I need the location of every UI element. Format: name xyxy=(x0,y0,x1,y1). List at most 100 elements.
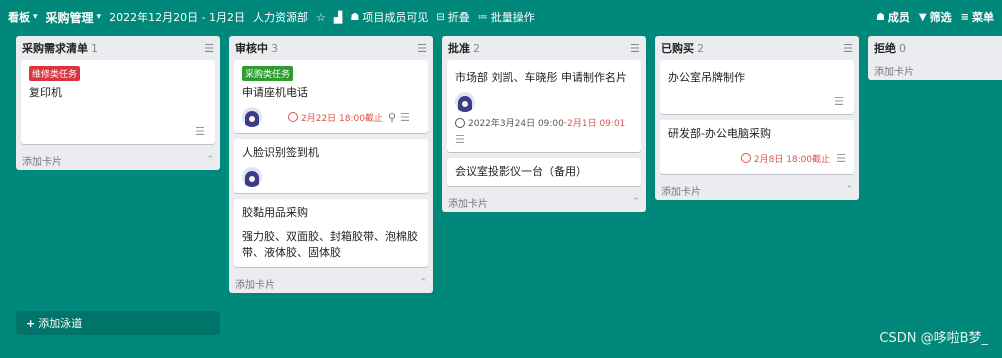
tag-badge: 采购类任务 xyxy=(242,66,294,81)
card-title: 复印机 xyxy=(29,86,62,99)
list-header[interactable]: 已购买 2 ☰ xyxy=(655,36,859,60)
card-title: 胶黏用品采购 xyxy=(242,206,308,219)
description-icon: ☰ xyxy=(195,125,205,138)
date-range[interactable]: 2022年12月20日 - 1月2日 xyxy=(109,9,245,25)
board-name: 采购管理 xyxy=(45,10,94,25)
card-description: 强力胶、双面胶、封箱胶带、泡棉胶带、液体胶、固体胶 xyxy=(242,230,418,259)
list-count: 1 xyxy=(91,41,98,55)
list-title: 已购买 xyxy=(661,42,694,55)
batch-label: 批量操作 xyxy=(490,11,535,24)
plus-icon: + xyxy=(26,316,36,330)
list-title: 采购需求清单 xyxy=(22,42,88,55)
menu-button[interactable]: ≡ 菜单 xyxy=(961,9,994,25)
add-card-button[interactable]: 添加卡片 xyxy=(874,63,914,78)
hamburger-icon: ≡ xyxy=(960,11,969,23)
card[interactable]: 维修类任务 复印机 ☰ xyxy=(21,60,215,144)
due-date: 2月22日 18:00截止 xyxy=(288,111,383,124)
list-header[interactable]: 审核中 3 ☰ xyxy=(229,36,433,60)
collapse-button[interactable]: ⊟ 折叠 xyxy=(436,9,469,25)
board-switcher[interactable]: 采购管理 ▾ xyxy=(46,9,102,26)
list-header[interactable]: 采购需求清单 1 ☰ xyxy=(16,36,220,60)
range-end: 2月1日 09:01 xyxy=(567,119,626,129)
view-switcher[interactable]: 看板 ▾ xyxy=(8,9,38,25)
card-title: 申请座机电话 xyxy=(242,86,308,99)
list-header[interactable]: 批准 2 ☰ xyxy=(442,36,646,60)
filter-icon: ▼ xyxy=(918,11,927,23)
star-icon[interactable]: ☆ xyxy=(316,11,326,24)
card-title: 市场部 刘凯、车晓彤 申请制作名片 xyxy=(455,71,627,84)
card-title: 人脸识别签到机 xyxy=(242,146,319,159)
list-under-review: 审核中 3 ☰ 采购类任务 申请座机电话 2月22日 18:00截止 ⚲ ☰ 人… xyxy=(229,36,433,293)
card[interactable]: 办公室吊牌制作 ☰ xyxy=(660,60,854,114)
menu-label: 菜单 xyxy=(972,11,994,24)
list-title: 拒绝 xyxy=(874,42,896,55)
description-icon: ☰ xyxy=(834,95,844,108)
hamburger-icon[interactable]: ☰ xyxy=(417,42,427,55)
filter-button[interactable]: ▼ 筛选 xyxy=(919,9,952,25)
card[interactable]: 研发部-办公电脑采购 2月8日 18:00截止 ☰ xyxy=(660,120,854,174)
avatar xyxy=(242,107,262,127)
topbar: 看板 ▾ 采购管理 ▾ 2022年12月20日 - 1月2日 人力资源部 ☆ ▟… xyxy=(0,0,1002,34)
clock-icon xyxy=(288,112,298,122)
collapse-up-icon[interactable]: ⌃ xyxy=(632,197,640,207)
range-start: 2022年3月24日 09:00 xyxy=(468,119,564,129)
view-label: 看板 xyxy=(8,11,30,24)
batch-button[interactable]: ≔ 批量操作 xyxy=(478,9,535,25)
card-title: 办公室吊牌制作 xyxy=(668,71,745,84)
chart-icon[interactable]: ▟ xyxy=(334,11,342,24)
watermark: CSDN @哆啦B梦_ xyxy=(879,331,988,346)
card[interactable]: 采购类任务 申请座机电话 2月22日 18:00截止 ⚲ ☰ xyxy=(234,60,428,133)
collapse-up-icon[interactable]: ⌃ xyxy=(845,185,853,195)
visibility-button[interactable]: ☗ 项目成员可见 xyxy=(350,9,428,25)
hamburger-icon[interactable]: ☰ xyxy=(630,42,640,55)
date-range-badge: 2022年3月24日 09:00 - 2月1日 09:01 xyxy=(455,116,633,129)
list-purchased: 已购买 2 ☰ 办公室吊牌制作 ☰ 研发部-办公电脑采购 2月8日 18:00截… xyxy=(655,36,859,200)
list-count: 3 xyxy=(271,41,278,55)
list-count: 2 xyxy=(473,41,480,55)
add-card-button[interactable]: 添加卡片 xyxy=(235,276,275,291)
due-date: 2月8日 18:00截止 xyxy=(740,152,831,165)
collapse-icon: ⊟ xyxy=(436,11,445,23)
board-lists: 采购需求清单 1 ☰ 维修类任务 复印机 ☰ 添加卡片 ⌃ 审核中 3 ☰ 采购… xyxy=(16,36,1002,293)
collapse-label: 折叠 xyxy=(447,11,470,24)
description-icon: ☰ xyxy=(400,110,410,124)
chevron-down-icon: ▾ xyxy=(33,12,38,22)
collapse-up-icon[interactable]: ⌃ xyxy=(419,278,427,288)
description-icon: ☰ xyxy=(455,133,465,146)
clock-icon xyxy=(740,153,751,163)
clock-icon xyxy=(455,117,465,128)
avatar xyxy=(242,167,262,187)
card[interactable]: 人脸识别签到机 xyxy=(234,139,428,193)
list-rejected: 拒绝 0 添加卡片 xyxy=(868,36,1002,80)
add-lane-button[interactable]: + 添加泳道 xyxy=(16,311,220,335)
members-icon: ☗ xyxy=(350,11,360,23)
card-title: 会议室投影仪一台（备用） xyxy=(455,165,587,178)
collapse-up-icon[interactable]: ⌃ xyxy=(206,155,214,165)
list-icon: ≔ xyxy=(477,11,488,23)
card[interactable]: 会议室投影仪一台（备用） xyxy=(447,158,641,186)
hamburger-icon[interactable]: ☰ xyxy=(843,42,853,55)
hamburger-icon[interactable]: ☰ xyxy=(204,42,214,55)
attachment-icon: ⚲ xyxy=(387,110,397,124)
card[interactable]: 胶黏用品采购 强力胶、双面胶、封箱胶带、泡棉胶带、液体胶、固体胶 xyxy=(234,199,428,267)
list-title: 审核中 xyxy=(235,42,268,55)
due-date-text: 2月22日 18:00截止 xyxy=(301,113,383,124)
department[interactable]: 人力资源部 xyxy=(253,9,308,25)
tag-badge: 维修类任务 xyxy=(29,66,81,81)
card[interactable]: 市场部 刘凯、车晓彤 申请制作名片 2022年3月24日 09:00 - 2月1… xyxy=(447,60,641,152)
description-icon: ☰ xyxy=(836,151,846,165)
chevron-down-icon: ▾ xyxy=(96,12,102,22)
add-card-button[interactable]: 添加卡片 xyxy=(448,195,488,210)
members-icon: ☗ xyxy=(875,11,885,23)
list-title: 批准 xyxy=(448,42,470,55)
due-date-text: 2月8日 18:00截止 xyxy=(753,154,831,165)
avatar xyxy=(455,92,475,112)
list-header[interactable]: 拒绝 0 xyxy=(868,36,1002,60)
list-purchase-requests: 采购需求清单 1 ☰ 维修类任务 复印机 ☰ 添加卡片 ⌃ xyxy=(16,36,220,170)
filter-label: 筛选 xyxy=(929,11,952,24)
add-lane-label: 添加泳道 xyxy=(38,317,83,330)
add-card-button[interactable]: 添加卡片 xyxy=(22,153,62,168)
members-button[interactable]: ☗ 成员 xyxy=(876,9,910,25)
add-card-button[interactable]: 添加卡片 xyxy=(661,183,701,198)
list-count: 2 xyxy=(697,41,704,55)
